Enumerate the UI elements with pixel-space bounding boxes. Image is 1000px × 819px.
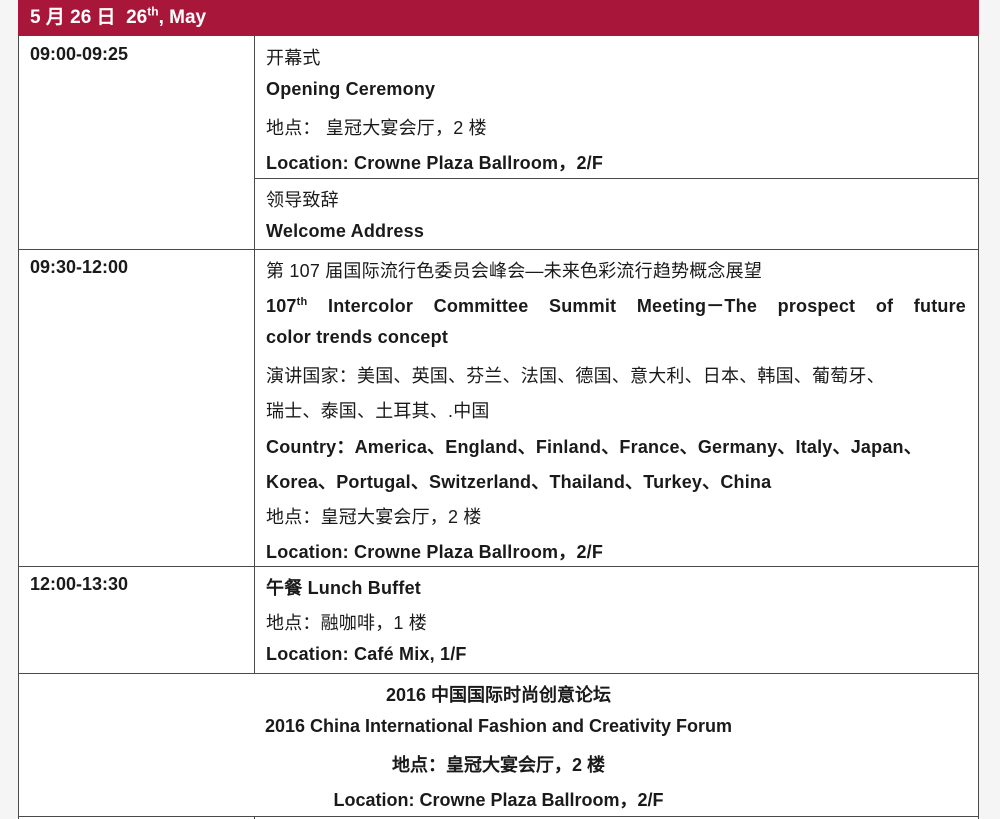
event-title-en-rest: Intercolor Committee Summit Meeting－The …	[307, 296, 966, 316]
countries-zh-line2: 瑞士、泰国、土耳其、.中国	[266, 401, 490, 421]
time-slot: 09:00-09:25	[30, 44, 129, 64]
event-title-zh: 开幕式	[266, 48, 321, 68]
countries-en-line2: Korea、Portugal、Switzerland、Thailand、Turk…	[266, 472, 772, 492]
countries-zh: 演讲国家：美国、英国、芬兰、法国、德国、意大利、日本、韩国、葡萄牙、	[266, 366, 885, 386]
time-slot: 09:30-12:00	[30, 257, 129, 277]
time-slot: 12:00-13:30	[30, 574, 129, 594]
event-number: 107	[266, 296, 297, 316]
grid-row-4	[18, 816, 979, 817]
event-title-zh: 第 107 届国际流行色委员会峰会—未来色彩流行趋势概念展望	[266, 261, 763, 281]
date-en-sup: th	[147, 4, 159, 19]
date-zh: 5 月 26 日	[30, 7, 116, 28]
event-location-zh: 地点：融咖啡，1 楼	[266, 613, 428, 633]
event-title-en: Welcome Address	[266, 221, 425, 241]
event-title-zh: 领导致辞	[266, 190, 339, 210]
countries-en: Country：America、England、Finland、France、G…	[266, 437, 922, 457]
event-location-en: Location: Crowne Plaza Ballroom，2/F	[266, 542, 604, 562]
forum-title-en: 2016 China International Fashion and Cre…	[264, 716, 733, 736]
event-title-en: Opening Ceremony	[266, 79, 436, 99]
event-location-zh: 地点： 皇冠大宴会厅，2 楼	[266, 118, 487, 138]
event-location-en: Location: Café Mix, 1/F	[266, 644, 467, 664]
grid-row-1	[18, 249, 979, 250]
event-title-en-line2: color trends concept	[266, 327, 449, 347]
grid-row-2	[18, 566, 979, 567]
grid-row-3	[18, 673, 979, 674]
forum-location-en: Location: Crowne Plaza Ballroom，2/F	[333, 790, 664, 810]
grid-row-1a	[254, 178, 979, 179]
event-title-en: 107th Intercolor Committee Summit Meetin…	[266, 292, 966, 318]
event-title: 午餐 Lunch Buffet	[266, 578, 421, 598]
date-header: 5 月 26 日 26th, May	[18, 0, 979, 36]
forum-title-zh: 2016 中国国际时尚创意论坛	[385, 685, 612, 705]
forum-location-zh: 地点：皇冠大宴会厅，2 楼	[391, 755, 605, 775]
schedule-table: 5 月 26 日 26th, May 09:00-09:25 开幕式 Openi…	[18, 0, 979, 819]
date-en-num: 26	[126, 7, 148, 28]
grid-col-divider	[254, 36, 255, 673]
event-location-zh: 地点：皇冠大宴会厅，2 楼	[266, 507, 482, 527]
date-en-month: , May	[158, 7, 207, 28]
event-number-sup: th	[296, 296, 308, 308]
event-location-en: Location: Crowne Plaza Ballroom，2/F	[266, 153, 604, 173]
